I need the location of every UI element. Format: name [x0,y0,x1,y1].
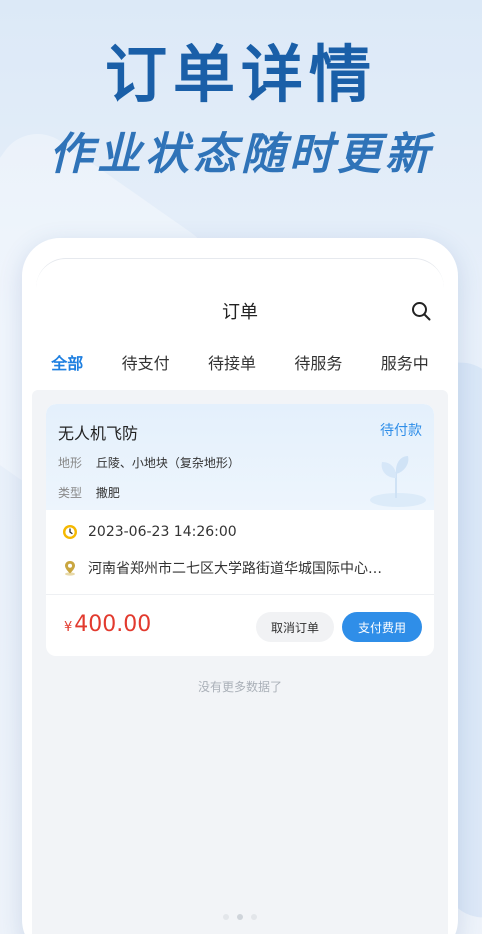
promo-title: 订单详情 [104,38,377,111]
order-address: 河南省郑州市二七区大学路街道华城国际中心… [88,561,382,577]
tab-pending-accept[interactable]: 待接单 [202,346,262,386]
tab-in-service[interactable]: 服务中 [375,346,435,386]
page-dot [251,914,257,920]
order-time-row: 2023-06-23 14:26:00 [62,524,237,540]
tab-all[interactable]: 全部 [45,346,89,386]
type-row: 类型 撒肥 [58,484,120,501]
page-dot-active [237,914,243,920]
price-currency: ¥ [64,620,73,635]
terrain-value: 丘陵、小地块（复杂地形） [95,456,240,470]
promo-subtitle: 作业状态随时更新 [49,129,433,180]
sprout-icon [370,456,426,507]
order-price: ¥400.00 [64,612,151,637]
tab-pending-payment[interactable]: 待支付 [116,346,176,386]
order-card-header: 无人机飞防 待付款 地形 丘陵、小地块（复杂地形） 类型 撒肥 [46,404,434,510]
type-label: 类型 [58,486,83,500]
divider [46,594,434,595]
clock-icon [63,525,77,539]
location-pin-icon [65,561,75,576]
service-name: 无人机飞防 [58,424,139,443]
type-value: 撒肥 [95,486,120,500]
cancel-order-button[interactable]: 取消订单 [256,612,334,642]
order-time: 2023-06-23 14:26:00 [88,524,237,540]
terrain-label: 地形 [58,456,83,470]
order-list: 无人机飞防 待付款 地形 丘陵、小地块（复杂地形） 类型 撒肥 2023-06-… [32,390,448,934]
page-indicator [32,914,448,920]
status-badge: 待付款 [380,423,422,439]
phone-frame: 订单 全部 待支付 待接单 待服务 服务中 无人机飞防 待付款 地形 丘陵、小地… [22,238,458,934]
page-dot [223,914,229,920]
price-amount: 400.00 [74,612,152,637]
order-tabs: 全部 待支付 待接单 待服务 服务中 [22,346,458,386]
navbar: 订单 [22,288,458,332]
terrain-row: 地形 丘陵、小地块（复杂地形） [58,454,240,471]
order-card[interactable]: 无人机飞防 待付款 地形 丘陵、小地块（复杂地形） 类型 撒肥 2023-06-… [46,404,434,656]
tab-pending-service[interactable]: 待服务 [288,346,348,386]
status-bar-area [36,258,444,288]
list-end-text: 没有更多数据了 [197,680,282,694]
order-address-row: 河南省郑州市二七区大学路街道华城国际中心… [62,558,420,578]
page-title: 订单 [222,302,258,323]
search-icon[interactable] [410,300,432,322]
pay-button[interactable]: 支付费用 [342,612,422,642]
